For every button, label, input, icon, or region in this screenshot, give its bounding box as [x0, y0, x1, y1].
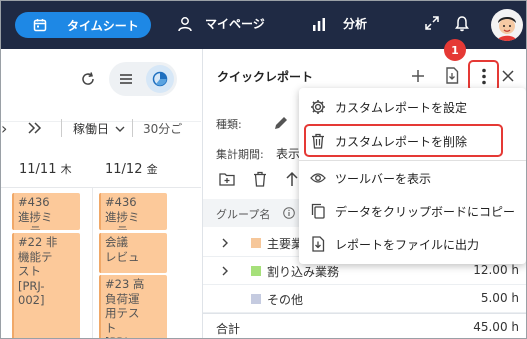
menu-item-copy-data[interactable]: データをクリップボードにコピー [299, 194, 526, 228]
day-header-1: 11/11 木 [19, 161, 72, 177]
timesheet-button[interactable]: タイムシート [15, 12, 151, 38]
table-row[interactable]: その他 5.00 h [203, 285, 526, 313]
timesheet-label: タイムシート [67, 18, 139, 33]
calendar-pane: › 稼働日 30分ご 11/11 木 11/12 金 #436 進捗ミ ーテ #… [1, 49, 201, 338]
group-header-label: グループ名 [216, 208, 271, 221]
day-date: 11/11 [19, 162, 57, 177]
color-swatch [251, 294, 261, 304]
bar-chart-icon [313, 17, 325, 31]
group-name: その他 [267, 293, 304, 307]
options-menu: カスタムレポートを設定 カスタムレポートを削除 ツールバーを表示 データをクリッ… [299, 88, 526, 264]
group-name: 割り込み業務 [267, 265, 340, 279]
avatar[interactable] [491, 9, 523, 41]
total-row: 合計 45.00 h [203, 313, 526, 338]
view-select[interactable]: 稼働日 [73, 120, 125, 137]
refresh-button[interactable] [71, 62, 105, 96]
period-label: 集計期間: [216, 148, 264, 161]
file-export-icon [309, 235, 327, 253]
chevron-down-icon [115, 126, 125, 132]
calendar-event[interactable]: #436 進捗ミ ーテ [99, 193, 167, 230]
analysis-nav[interactable]: 分析 [311, 15, 367, 32]
menu-item-label: データをクリップボードにコピー [335, 204, 516, 219]
calendar-event[interactable]: #23 高 負荷運 用テス ト [PRJ- [99, 275, 167, 338]
app-window: タイムシート マイページ 分析 › 稼働日 30分ご 11/11 木 11/12… [0, 0, 527, 339]
pie-chart-icon [152, 71, 168, 87]
group-name: 主要業 [267, 237, 304, 251]
color-swatch [251, 238, 261, 248]
info-icon[interactable] [283, 207, 295, 219]
analysis-label: 分析 [343, 17, 368, 31]
color-swatch [251, 266, 261, 276]
pie-chart-toggle[interactable] [146, 65, 174, 93]
calendar-event[interactable]: #436 進捗ミ ーテ [12, 193, 80, 230]
calendar-event[interactable]: #22 非 機能テ スト [PRJ- 002] [12, 233, 80, 338]
calendar-event[interactable]: 会議 レビュ [99, 233, 167, 273]
day-weekday: 金 [146, 163, 158, 176]
divider [61, 119, 62, 137]
total-label: 合計 [216, 322, 241, 336]
total-value: 45.00 h [473, 320, 519, 334]
menu-item-label: カスタムレポートを設定 [335, 100, 468, 115]
step-badge: 1 [444, 39, 466, 61]
panel-title: クイックレポート [217, 70, 314, 84]
chevron-right-icon[interactable] [221, 266, 229, 276]
double-chevron-right-icon[interactable] [27, 121, 43, 135]
refresh-icon [82, 72, 94, 85]
divider [1, 187, 201, 188]
gear-icon [309, 98, 327, 116]
expand-icon[interactable] [424, 15, 440, 34]
eye-icon [309, 169, 327, 187]
interval-select[interactable]: 30分ご [143, 120, 182, 137]
delete-highlight-frame [304, 124, 503, 157]
menu-item-show-toolbar[interactable]: ツールバーを表示 [299, 161, 526, 195]
day-header-2: 11/12 金 [105, 161, 158, 177]
close-icon[interactable] [502, 70, 514, 82]
group-hours: 5.00 h [480, 291, 519, 305]
kind-label: 種類: [216, 118, 242, 131]
day-weekday: 木 [60, 163, 72, 176]
bell-icon[interactable] [454, 15, 470, 35]
file-download-icon[interactable] [445, 67, 459, 84]
group-hours: 12.00 h [473, 263, 519, 277]
arrow-up-icon[interactable] [285, 171, 299, 187]
menu-item-configure-report[interactable]: カスタムレポートを設定 [299, 90, 526, 124]
menu-item-export-file[interactable]: レポートをファイルに出力 [299, 227, 526, 261]
column-divider [92, 187, 93, 338]
divider [132, 119, 133, 137]
view-select-label: 稼働日 [73, 122, 110, 136]
day-date: 11/12 [105, 162, 143, 177]
copy-icon [309, 202, 327, 220]
calendar-icon [33, 19, 47, 32]
prev-arrow-icon[interactable]: › [1, 119, 7, 138]
mypage-nav[interactable]: マイページ [177, 15, 265, 32]
plus-icon[interactable] [411, 69, 425, 83]
list-icon[interactable] [119, 72, 133, 86]
user-icon [178, 16, 192, 31]
view-toggle[interactable] [109, 62, 177, 96]
menu-item-label: ツールバーを表示 [335, 171, 432, 186]
chevron-right-icon[interactable] [221, 238, 229, 248]
period-value[interactable]: 表示 [276, 145, 300, 162]
trash-icon[interactable] [253, 171, 267, 187]
menu-item-label: レポートをファイルに出力 [335, 237, 480, 252]
add-folder-icon[interactable] [219, 172, 235, 186]
pencil-icon[interactable] [273, 115, 289, 131]
mypage-label: マイページ [205, 17, 265, 31]
